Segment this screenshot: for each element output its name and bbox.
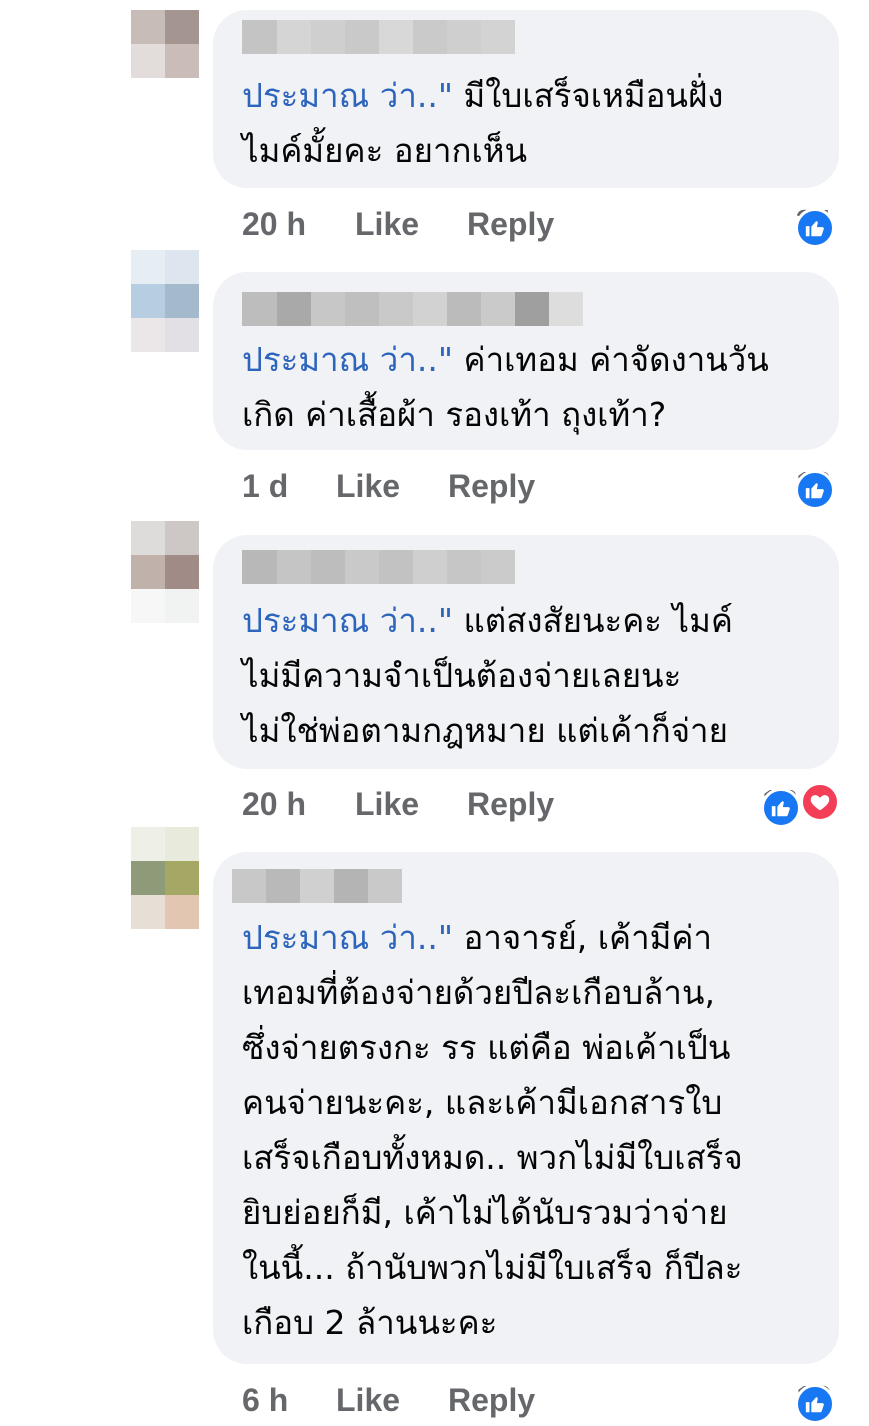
blurred-author-name[interactable]	[242, 292, 583, 326]
comment-text: ประมาณ ว่า.." แต่สงสัยนะคะ ไมค์ ไม่มีควา…	[242, 593, 821, 758]
timestamp[interactable]: 20 h	[242, 206, 306, 243]
avatar-lower	[131, 589, 199, 623]
love-icon	[800, 782, 840, 822]
blurred-author-name[interactable]	[242, 20, 515, 54]
like-icon	[761, 788, 802, 828]
like-button[interactable]: Like	[355, 786, 419, 823]
comment-actions: 6 h Like Reply 10	[0, 1374, 869, 1424]
reply-button[interactable]: Reply	[448, 1382, 535, 1419]
mention-link[interactable]: ประมาณ ว่า.."	[242, 340, 453, 379]
comment-text: ประมาณ ว่า.." มีใบเสร็จเหมือนฝั่ง ไมค์มั…	[242, 68, 821, 178]
comment-text: ประมาณ ว่า.." ค่าเทอม ค่าจัดงานวัน เกิด …	[242, 332, 821, 442]
mention-link[interactable]: ประมาณ ว่า.."	[242, 601, 453, 640]
comment-actions: 1 d Like Reply 19	[0, 460, 869, 510]
comment-bubble: ประมาณ ว่า.." แต่สงสัยนะคะ ไมค์ ไม่มีควา…	[213, 535, 839, 769]
comment-text: ประมาณ ว่า.." อาจารย์, เค้ามีค่า เทอมที่…	[242, 910, 821, 1350]
reaction-summary[interactable]: 18	[761, 780, 840, 828]
avatar[interactable]	[131, 521, 199, 589]
avatar-lower	[131, 318, 199, 352]
like-button[interactable]: Like	[336, 1382, 400, 1419]
comment-body: อาจารย์, เค้ามีค่า เทอมที่ต้องจ่ายด้วยปี…	[242, 918, 743, 1342]
reply-button[interactable]: Reply	[467, 206, 554, 243]
comment-actions: 20 h Like Reply 24	[0, 198, 869, 248]
mention-link[interactable]: ประมาณ ว่า.."	[242, 918, 453, 957]
like-icon	[795, 208, 836, 248]
like-button[interactable]: Like	[336, 468, 400, 505]
comment-bubble: ประมาณ ว่า.." อาจารย์, เค้ามีค่า เทอมที่…	[213, 852, 839, 1364]
like-icon	[795, 470, 836, 510]
comment-bubble: ประมาณ ว่า.." มีใบเสร็จเหมือนฝั่ง ไมค์มั…	[213, 10, 839, 188]
like-icon	[795, 1384, 836, 1424]
blurred-author-name[interactable]	[242, 550, 515, 584]
avatar[interactable]	[131, 250, 199, 318]
blurred-author-name[interactable]	[232, 869, 402, 903]
comment-actions: 20 h Like Reply 18	[0, 778, 869, 828]
reaction-summary[interactable]: 24	[795, 200, 840, 248]
reaction-summary[interactable]: 10	[795, 1376, 840, 1424]
timestamp[interactable]: 20 h	[242, 786, 306, 823]
reaction-summary[interactable]: 19	[795, 462, 840, 510]
timestamp[interactable]: 6 h	[242, 1382, 288, 1419]
avatar[interactable]	[131, 827, 199, 929]
timestamp[interactable]: 1 d	[242, 468, 288, 505]
avatar[interactable]	[131, 10, 199, 78]
reply-button[interactable]: Reply	[448, 468, 535, 505]
comment-bubble: ประมาณ ว่า.." ค่าเทอม ค่าจัดงานวัน เกิด …	[213, 272, 839, 450]
like-button[interactable]: Like	[355, 206, 419, 243]
mention-link[interactable]: ประมาณ ว่า.."	[242, 76, 453, 115]
reply-button[interactable]: Reply	[467, 786, 554, 823]
